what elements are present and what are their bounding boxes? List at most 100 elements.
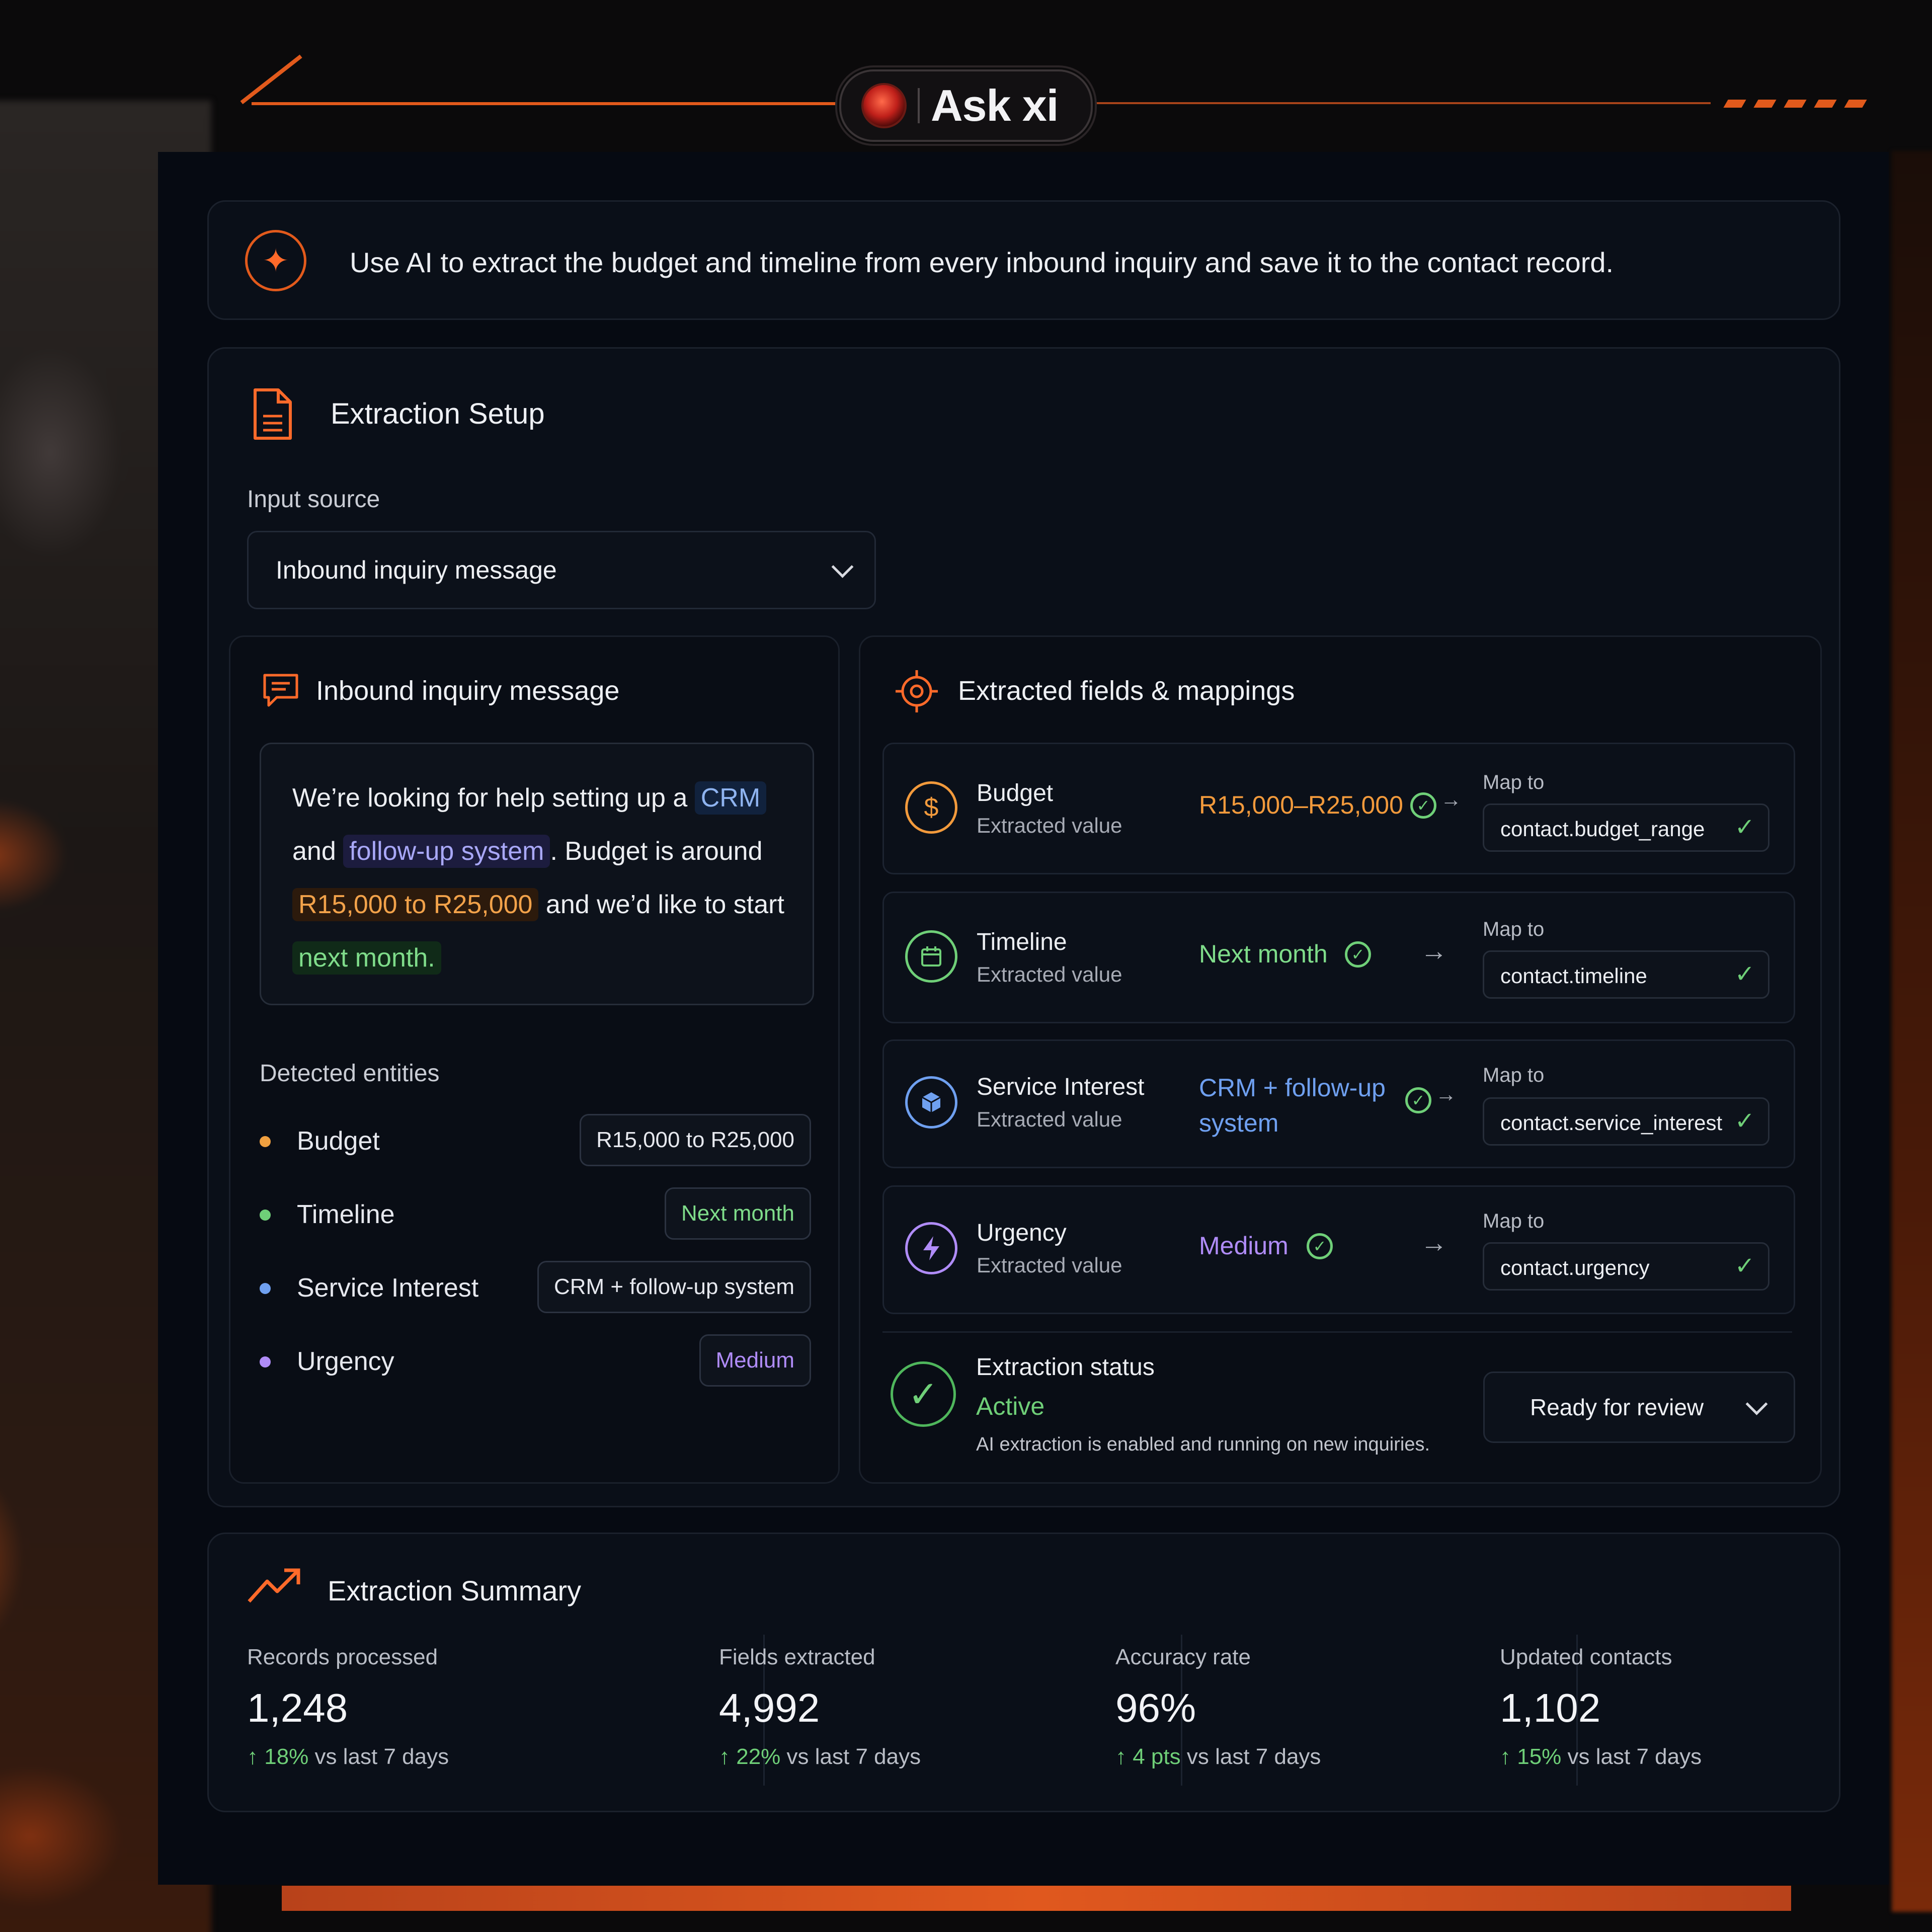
- cube-glyph: [922, 1092, 941, 1112]
- inquiry-title: Inbound inquiry message: [316, 676, 620, 706]
- checkmark-icon: ✓: [1734, 961, 1755, 988]
- calendar-glyph: [921, 946, 941, 967]
- app-title: Ask xi: [931, 80, 1059, 130]
- field-name: Service Interest: [977, 1074, 1145, 1100]
- trending-up-icon: [248, 1568, 300, 1603]
- message-part: . Budget is around: [550, 837, 763, 866]
- delta-value: 22%: [736, 1744, 781, 1769]
- delta-suffix: vs last 7 days: [786, 1744, 921, 1769]
- arrow-up-icon: ↑: [1500, 1744, 1517, 1769]
- message-part: We’re looking for help setting up a: [292, 783, 695, 813]
- field-value: Next month: [1199, 940, 1328, 968]
- cube-icon: [905, 1076, 957, 1129]
- arrow-up-icon: ↑: [1115, 1744, 1133, 1769]
- entity-row: Budget R15,000 to R25,000: [260, 1114, 811, 1169]
- checkmark-icon: ✓: [1734, 814, 1755, 841]
- frame-bottom-bar: [282, 1886, 1791, 1911]
- inquiry-card: Inbound inquiry message We’re looking fo…: [229, 635, 840, 1484]
- stat-value: 96%: [1115, 1685, 1196, 1730]
- check-circle-icon: ✓: [1405, 1087, 1431, 1113]
- field-sub: Extracted value: [977, 1107, 1122, 1131]
- sparkle-icon: ✦: [245, 230, 306, 291]
- map-to-label: Map to: [1483, 1064, 1545, 1086]
- stat-label: Updated contacts: [1500, 1645, 1672, 1669]
- highlight-followup: follow-up system: [343, 835, 550, 868]
- message-text: We’re looking for help setting up a CRM …: [292, 771, 795, 985]
- entity-row: Service Interest CRM + follow-up system: [260, 1261, 811, 1316]
- map-to-label: Map to: [1483, 771, 1545, 793]
- arrow-up-icon: ↑: [719, 1744, 737, 1769]
- arrow-right-icon: →: [1420, 1228, 1447, 1258]
- checkmark-icon: ✓: [1734, 1108, 1755, 1135]
- fields-title: Extracted fields & mappings: [958, 676, 1295, 706]
- arrow-up-icon: ↑: [247, 1744, 265, 1769]
- document-icon: [254, 388, 292, 440]
- checkmark-icon: ✓: [1734, 1253, 1755, 1279]
- highlight-crm: CRM: [694, 781, 767, 815]
- field-name: Budget: [977, 780, 1054, 807]
- field-value: CRM + follow-up system: [1199, 1074, 1386, 1137]
- stat-delta: ↑ 4 pts vs last 7 days: [1115, 1744, 1321, 1769]
- bolt-glyph: [923, 1236, 939, 1260]
- map-target-value: contact.urgency: [1500, 1256, 1650, 1279]
- delta-suffix: vs last 7 days: [1567, 1744, 1702, 1769]
- entity-name: Budget: [297, 1126, 380, 1156]
- entity-row: Urgency Medium: [260, 1334, 811, 1390]
- message-part: and: [292, 837, 344, 866]
- map-to-label: Map to: [1483, 1210, 1545, 1232]
- input-source-label: Input source: [247, 486, 380, 513]
- chat-icon: [263, 674, 298, 707]
- dollar-icon: $: [905, 781, 957, 834]
- check-circle-icon: ✓: [1345, 941, 1371, 968]
- entity-dot: [260, 1356, 271, 1367]
- extraction-summary-card: Extraction Summary Records processed 1,2…: [207, 1533, 1840, 1812]
- summary-title: Extraction Summary: [328, 1575, 582, 1606]
- chevron-down-icon: [1745, 1393, 1768, 1415]
- review-status-select[interactable]: Ready for review: [1483, 1372, 1795, 1443]
- prompt-card: ✦ Use AI to extract the budget and timel…: [207, 200, 1840, 320]
- message-box: We’re looking for help setting up a CRM …: [260, 743, 814, 1005]
- message-part: and we’d like to start: [538, 890, 784, 919]
- map-target-select[interactable]: contact.timeline ✓: [1483, 950, 1769, 999]
- delta-suffix: vs last 7 days: [1186, 1744, 1321, 1769]
- status-check-icon: ✓: [891, 1361, 956, 1427]
- input-source-select[interactable]: Inbound inquiry message: [247, 531, 876, 609]
- arrow-right-icon: →: [1435, 1082, 1457, 1106]
- field-row-timeline: Timeline Extracted value Next month ✓ → …: [882, 892, 1795, 1023]
- map-target-select[interactable]: contact.urgency ✓: [1483, 1242, 1769, 1291]
- divider: [918, 88, 920, 123]
- review-status-value: Ready for review: [1530, 1394, 1704, 1420]
- check-circle-icon: ✓: [1307, 1233, 1333, 1259]
- entity-name: Service Interest: [297, 1273, 479, 1303]
- stat-label: Records processed: [247, 1645, 438, 1669]
- stat-delta: ↑ 22% vs last 7 days: [719, 1744, 921, 1769]
- stat-delta: ↑ 15% vs last 7 days: [1500, 1744, 1702, 1769]
- field-row-budget: $ Budget Extracted value R15,000–R25,000…: [882, 743, 1795, 874]
- map-target-select[interactable]: contact.service_interest ✓: [1483, 1097, 1769, 1146]
- entity-chip: Medium: [699, 1334, 811, 1387]
- map-target-value: contact.budget_range: [1500, 817, 1705, 841]
- ask-xi-logo-icon: [861, 83, 907, 128]
- stat-delta: ↑ 18% vs last 7 days: [247, 1744, 449, 1769]
- entity-chip: CRM + follow-up system: [537, 1261, 811, 1313]
- calendar-icon: [905, 930, 957, 983]
- entity-name: Timeline: [297, 1200, 395, 1229]
- entity-dot: [260, 1210, 271, 1221]
- divider: [882, 1331, 1792, 1333]
- map-to-label: Map to: [1483, 918, 1545, 940]
- fields-card: Extracted fields & mappings $ Budget Ext…: [859, 635, 1822, 1484]
- stat-value: 1,248: [247, 1685, 348, 1730]
- ask-xi-button[interactable]: Ask xi: [839, 69, 1093, 142]
- field-name: Timeline: [977, 929, 1067, 955]
- check-circle-icon: ✓: [1410, 792, 1436, 819]
- entity-chip: R15,000 to R25,000: [580, 1114, 811, 1166]
- map-target-select[interactable]: contact.budget_range ✓: [1483, 803, 1769, 852]
- entity-chip: Next month: [665, 1187, 811, 1240]
- highlight-budget: R15,000 to R25,000: [292, 888, 539, 921]
- field-row-urgency: Urgency Extracted value Medium ✓ → Map t…: [882, 1185, 1795, 1314]
- input-source-value: Inbound inquiry message: [276, 556, 557, 584]
- frame-line: [1087, 102, 1711, 104]
- delta-suffix: vs last 7 days: [314, 1744, 449, 1769]
- target-icon: [896, 670, 938, 712]
- highlight-timeline: next month.: [292, 941, 441, 975]
